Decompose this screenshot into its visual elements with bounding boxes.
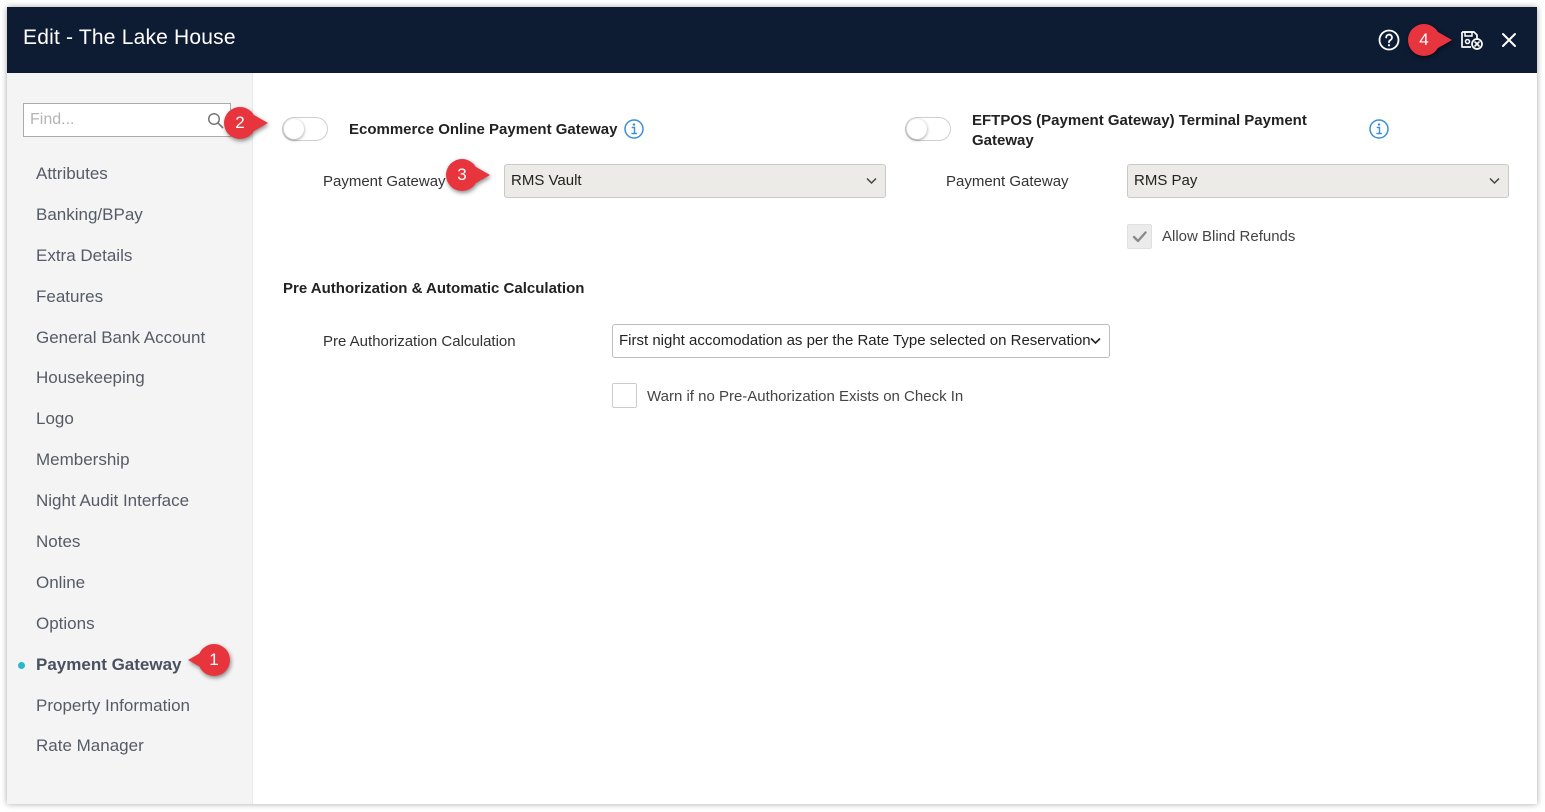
- sidebar-item-label: Housekeeping: [36, 368, 145, 388]
- sidebar-item-rate-manager[interactable]: Rate Manager: [7, 726, 253, 767]
- sidebar-item-label: Online: [36, 572, 86, 592]
- sidebar-item-label: Options: [36, 613, 95, 633]
- sidebar-item-property-information[interactable]: Property Information: [7, 686, 253, 727]
- callout-number: 1: [198, 644, 230, 676]
- eftpos-payment-gateway-select[interactable]: RMS Pay: [1127, 164, 1509, 198]
- callout-3: 3: [446, 159, 492, 191]
- callout-number: 3: [446, 159, 478, 191]
- chevron-down-icon: [1489, 177, 1500, 185]
- sidebar-item-membership[interactable]: Membership: [7, 440, 253, 481]
- sidebar-item-attributes[interactable]: Attributes: [7, 154, 253, 195]
- edit-window: Edit - The Lake House Find... Attributes…: [7, 7, 1537, 804]
- select-value: First night accomodation as per the Rate…: [619, 332, 1091, 349]
- ecommerce-gateway-label: Ecommerce Online Payment Gateway: [349, 121, 618, 138]
- sidebar-item-housekeeping[interactable]: Housekeeping: [7, 358, 253, 399]
- save-close-button[interactable]: [1459, 27, 1485, 53]
- callout-4: 4: [1408, 24, 1454, 56]
- eftpos-payment-gateway-label: Payment Gateway: [946, 173, 1069, 190]
- eftpos-gateway-toggle[interactable]: [905, 117, 951, 141]
- sidebar-item-features[interactable]: Features: [7, 277, 253, 318]
- sidebar-item-label: Rate Manager: [36, 736, 144, 756]
- eftpos-gateway-label-line1: EFTPOS (Payment Gateway) Terminal Paymen…: [972, 112, 1307, 129]
- sidebar-item-online[interactable]: Online: [7, 563, 253, 604]
- callout-number: 4: [1408, 24, 1440, 56]
- eftpos-gateway-label: EFTPOS (Payment Gateway) Terminal Paymen…: [972, 111, 1307, 151]
- warn-no-preauth-checkbox[interactable]: [612, 383, 637, 408]
- allow-blind-refunds-checkbox[interactable]: [1127, 224, 1152, 249]
- sidebar-item-extra-details[interactable]: Extra Details: [7, 236, 253, 277]
- sidebar-item-label: Extra Details: [36, 245, 133, 265]
- warn-no-preauth-label: Warn if no Pre-Authorization Exists on C…: [647, 388, 964, 405]
- callout-tail: [254, 115, 268, 131]
- toggle-knob: [907, 119, 927, 139]
- allow-blind-refunds-label: Allow Blind Refunds: [1162, 228, 1296, 245]
- callout-1: 1: [188, 644, 234, 676]
- sidebar-item-label: General Bank Account: [36, 327, 206, 347]
- window-title: Edit - The Lake House: [23, 26, 236, 49]
- sidebar-item-night-audit-interface[interactable]: Night Audit Interface: [7, 481, 253, 522]
- sidebar-item-label: Attributes: [36, 164, 108, 183]
- callout-tail: [1438, 32, 1452, 48]
- search-icon[interactable]: [207, 112, 224, 129]
- sidebar-item-logo[interactable]: Logo: [7, 399, 253, 440]
- sidebar-item-label: Notes: [36, 532, 81, 552]
- sidebar-item-banking-bpay[interactable]: Banking/BPay: [7, 195, 253, 236]
- callout-number: 2: [224, 107, 256, 139]
- save-close-icon: [1461, 31, 1483, 50]
- preauth-section-title: Pre Authorization & Automatic Calculatio…: [283, 280, 585, 297]
- ecommerce-gateway-toggle[interactable]: [282, 117, 328, 141]
- chevron-down-icon: [866, 177, 877, 185]
- callout-2: 2: [224, 107, 270, 139]
- sidebar-item-label: Logo: [36, 409, 74, 429]
- sidebar-item-label: Property Information: [36, 695, 191, 715]
- sidebar-item-label: Night Audit Interface: [36, 491, 190, 511]
- checkmark-icon: [1132, 231, 1147, 243]
- callout-tail: [476, 167, 490, 183]
- ecommerce-payment-gateway-label: Payment Gateway: [323, 173, 446, 190]
- sidebar-item-label: Payment Gateway: [36, 654, 182, 674]
- close-button[interactable]: [1496, 27, 1522, 53]
- find-box: [23, 103, 231, 137]
- active-indicator-dot: [18, 661, 25, 669]
- sidebar-item-notes[interactable]: Notes: [7, 522, 253, 563]
- sidebar-item-label: Membership: [36, 450, 130, 470]
- select-value: RMS Vault: [511, 172, 582, 189]
- question-circle-icon: [1378, 29, 1400, 51]
- info-icon[interactable]: [1368, 118, 1390, 140]
- chevron-down-icon: [1090, 337, 1101, 345]
- select-value: RMS Pay: [1134, 172, 1198, 189]
- sidebar: Attributes Banking/BPay Extra Details Fe…: [7, 73, 253, 804]
- preauth-calculation-label: Pre Authorization Calculation: [323, 333, 516, 350]
- close-icon: [1502, 33, 1516, 47]
- info-icon[interactable]: [623, 118, 645, 140]
- help-button[interactable]: [1376, 27, 1402, 53]
- ecommerce-payment-gateway-select[interactable]: RMS Vault: [504, 164, 886, 198]
- sidebar-item-options[interactable]: Options: [7, 604, 253, 645]
- title-bar: Edit - The Lake House: [7, 7, 1537, 73]
- preauth-calculation-select[interactable]: First night accomodation as per the Rate…: [612, 324, 1110, 358]
- sidebar-item-label: Features: [36, 286, 104, 306]
- toggle-knob: [284, 119, 304, 139]
- find-input[interactable]: [24, 104, 204, 136]
- sidebar-item-label: Banking/BPay: [36, 204, 143, 224]
- sidebar-item-general-bank-account[interactable]: General Bank Account: [7, 318, 253, 359]
- eftpos-gateway-label-line2: Gateway: [972, 132, 1034, 149]
